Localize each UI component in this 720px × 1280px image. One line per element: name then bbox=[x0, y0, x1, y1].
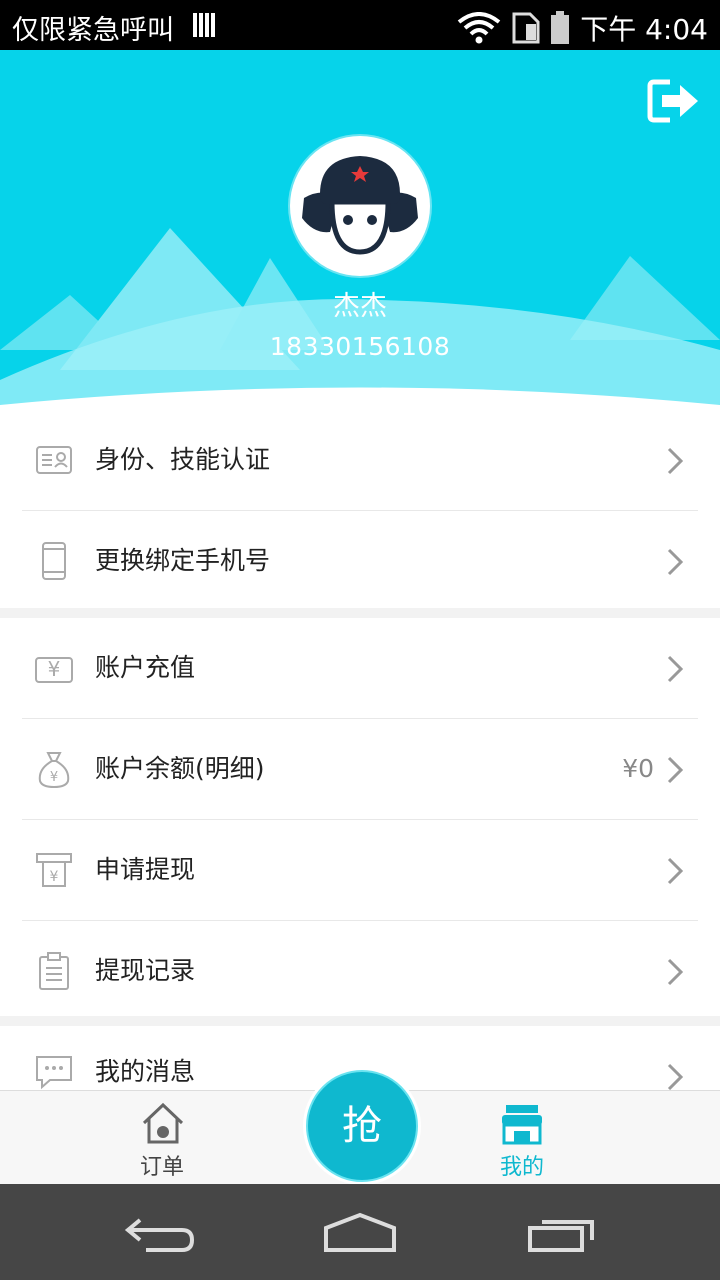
menu-item-label: 身份、技能认证 bbox=[95, 445, 271, 474]
status-bar: 仅限紧急呼叫 下午 4:04 bbox=[0, 0, 720, 50]
menu-item-recharge[interactable]: ¥ 账户充值 bbox=[22, 618, 698, 719]
no-sim-icon bbox=[193, 13, 215, 37]
chevron-right-icon bbox=[667, 857, 684, 885]
wallet-section: ¥ 账户充值 ¥ 账户余额(明细) ¥0 ¥ 申请提现 提现记录 bbox=[0, 618, 720, 1016]
user-phone: 18330156108 bbox=[269, 332, 451, 361]
menu-item-label: 申请提现 bbox=[95, 855, 196, 884]
menu-item-balance[interactable]: ¥ 账户余额(明细) ¥0 bbox=[22, 719, 698, 820]
clock-text: 下午 4:04 bbox=[580, 13, 708, 46]
menu-item-label: 账户余额(明细) bbox=[95, 754, 265, 783]
chevron-right-icon bbox=[667, 1063, 684, 1090]
chevron-right-icon bbox=[667, 958, 684, 986]
svg-text:¥: ¥ bbox=[50, 770, 58, 785]
recent-apps-icon[interactable] bbox=[526, 1214, 598, 1254]
recharge-icon: ¥ bbox=[35, 657, 73, 683]
profile-header: 杰杰 18330156108 bbox=[0, 50, 720, 430]
wifi-icon bbox=[457, 12, 501, 44]
avatar[interactable] bbox=[290, 136, 430, 276]
carrier-text: 仅限紧急呼叫 bbox=[12, 15, 174, 46]
chevron-right-icon bbox=[667, 655, 684, 683]
menu-item-label: 账户充值 bbox=[95, 653, 196, 682]
chevron-right-icon bbox=[667, 447, 684, 475]
menu-item-withdraw[interactable]: ¥ 申请提现 bbox=[22, 820, 698, 921]
money-bag-icon: ¥ bbox=[38, 752, 70, 789]
user-name: 杰杰 bbox=[333, 291, 387, 322]
system-nav-bar bbox=[0, 1184, 720, 1280]
menu-item-label: 我的消息 bbox=[95, 1057, 196, 1086]
home-nav-icon[interactable] bbox=[322, 1212, 398, 1254]
battery-icon bbox=[551, 11, 570, 44]
no-sim-card-icon bbox=[512, 12, 540, 44]
phone-icon bbox=[42, 542, 66, 580]
chevron-right-icon bbox=[667, 548, 684, 576]
tab-label: 订单 bbox=[139, 1155, 184, 1180]
home-icon bbox=[142, 1102, 184, 1144]
withdraw-icon: ¥ bbox=[36, 853, 72, 887]
id-card-icon bbox=[36, 446, 72, 474]
menu-item-certification[interactable]: 身份、技能认证 bbox=[22, 410, 698, 511]
svg-text:¥: ¥ bbox=[48, 657, 61, 681]
logout-icon[interactable] bbox=[646, 78, 700, 124]
menu-item-change-phone[interactable]: 更换绑定手机号 bbox=[22, 511, 698, 611]
shop-icon bbox=[502, 1105, 542, 1145]
menu-item-label: 更换绑定手机号 bbox=[95, 546, 271, 575]
menu-item-withdraw-records[interactable]: 提现记录 bbox=[22, 921, 698, 1021]
grab-order-button[interactable]: 抢 bbox=[306, 1070, 418, 1182]
account-section: 身份、技能认证 更换绑定手机号 bbox=[0, 410, 720, 608]
tab-orders[interactable]: 订单 bbox=[102, 1091, 222, 1185]
tab-label: 我的 bbox=[499, 1155, 544, 1180]
balance-value: ¥0 bbox=[622, 754, 654, 783]
svg-text:¥: ¥ bbox=[50, 869, 59, 885]
back-icon[interactable] bbox=[124, 1214, 196, 1254]
chevron-right-icon bbox=[667, 756, 684, 784]
tab-mine[interactable]: 我的 bbox=[462, 1091, 582, 1185]
clipboard-icon bbox=[39, 952, 69, 990]
menu-item-label: 提现记录 bbox=[95, 956, 196, 985]
message-icon bbox=[36, 1056, 72, 1090]
